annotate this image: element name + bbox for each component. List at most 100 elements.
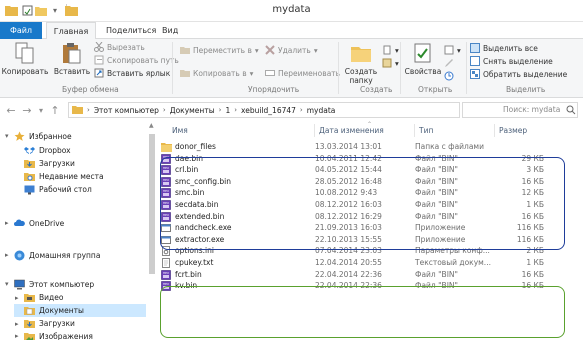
rename-icon (265, 68, 275, 78)
copy-to-button[interactable]: Копировать в ▾ (180, 67, 253, 79)
column-header-size[interactable]: Размер (495, 124, 545, 137)
blue-highlight-box (160, 157, 565, 250)
expand-arrow-icon[interactable]: ▾ (5, 132, 9, 140)
nav-this-pc[interactable]: Этот компьютер (14, 278, 94, 291)
file-row[interactable]: donor_files 13.03.2014 13:01 Папка с файла… (156, 141, 583, 153)
copy-icon (15, 42, 34, 64)
column-header-type[interactable]: Тип (415, 124, 495, 137)
tab-view[interactable]: Вид (162, 22, 178, 39)
tab-share[interactable]: Поделиться (106, 22, 156, 39)
copy-button[interactable]: Копировать (2, 41, 48, 76)
file-row[interactable]: cpukey.txt 12.04.2014 20:55 Текстовый доку… (156, 257, 583, 269)
paste-button[interactable]: Вставить (52, 41, 92, 76)
copy-path-button[interactable]: Скопировать путь (94, 54, 179, 66)
search-icon (566, 105, 576, 117)
column-header-name[interactable]: Имя (168, 124, 315, 137)
invert-selection-button[interactable]: Обратить выделение (470, 68, 567, 80)
scroll-up-icon[interactable]: ▲ (149, 122, 154, 129)
collapse-arrow-icon[interactable]: ▸ (15, 332, 19, 340)
rename-label: Переименовать (278, 68, 341, 78)
nav-onedrive-label: OneDrive (29, 219, 65, 228)
nav-dropbox-label: Dropbox (39, 146, 71, 155)
new-folder-button[interactable]: Создать папку (342, 41, 380, 85)
breadcrumb-mydata[interactable]: mydata (307, 106, 336, 115)
move-to-button[interactable]: Переместить в ▾ (180, 44, 259, 56)
properties-button[interactable]: Свойства (404, 41, 442, 76)
rename-button[interactable]: Переименовать (265, 67, 340, 79)
recent-places-icon (24, 171, 35, 182)
nav-recent-places[interactable]: Недавние места (24, 170, 104, 183)
new-item-button[interactable]: ▾ (382, 44, 399, 56)
nav-downloads-label: Загрузки (39, 159, 75, 168)
select-none-button[interactable]: Снять выделение (470, 55, 553, 67)
recent-locations-icon[interactable]: ▾ (34, 103, 48, 117)
address-row: ← → ▾ ↑ › Этот компьютер › Документы › 1… (0, 98, 583, 122)
tab-file[interactable]: Файл (0, 22, 42, 39)
collapse-arrow-icon[interactable]: ▸ (15, 320, 19, 328)
breadcrumb-xebuild[interactable]: xebuild_16747 (241, 106, 296, 115)
breadcrumb-1[interactable]: 1 (225, 106, 230, 115)
search-input[interactable]: Поиск: mydata (462, 102, 578, 118)
nav-pc-downloads[interactable]: Загрузки (24, 317, 75, 330)
edit-button[interactable] (444, 57, 454, 69)
nav-pictures[interactable]: Изображения (24, 330, 93, 340)
window-title: mydata (272, 4, 311, 15)
column-header-date[interactable]: Дата изменения (315, 124, 415, 137)
properties-icon (414, 43, 431, 63)
history-button[interactable] (444, 70, 454, 82)
open-button[interactable]: ▾ (444, 44, 461, 56)
properties-label: Свойства (404, 67, 442, 76)
scissors-icon (94, 41, 104, 52)
nav-video[interactable]: Видео (24, 291, 63, 304)
select-none-icon (470, 56, 480, 66)
address-bar[interactable]: › Этот компьютер › Документы › 1 › xebui… (68, 102, 460, 118)
up-arrow-icon[interactable]: ↑ (48, 103, 62, 117)
paste-shortcut-button[interactable]: Вставить ярлык (94, 67, 170, 79)
select-all-button[interactable]: Выделить все (470, 42, 538, 54)
nav-favorites[interactable]: Избранное (14, 130, 72, 143)
history-icon (444, 71, 454, 81)
cut-button[interactable]: Вырезать (94, 41, 145, 53)
collapse-arrow-icon[interactable]: ▸ (5, 251, 9, 259)
ribbon-separator (338, 42, 339, 94)
new-item-icon (382, 45, 392, 55)
nav-dropbox[interactable]: Dropbox (24, 144, 71, 157)
scroll-thumb[interactable] (149, 134, 155, 274)
star-icon (14, 131, 25, 142)
nav-downloads[interactable]: Загрузки (24, 157, 75, 170)
nav-homegroup[interactable]: Домашняя группа (14, 249, 100, 262)
nav-documents[interactable]: Документы (14, 304, 146, 317)
select-all-label: Выделить все (483, 43, 538, 53)
nav-documents-label: Документы (39, 306, 84, 315)
chevron-down-icon: ▾ (457, 45, 461, 55)
breadcrumb-this-pc[interactable]: Этот компьютер (94, 106, 159, 115)
nav-pictures-label: Изображения (39, 332, 93, 340)
select-none-label: Снять выделение (483, 56, 553, 66)
green-highlight-box (160, 286, 565, 338)
expand-arrow-icon[interactable]: ▾ (5, 280, 9, 288)
collapse-arrow-icon[interactable]: ▸ (5, 219, 9, 227)
paste-icon (63, 43, 81, 64)
collapse-arrow-icon[interactable]: ▸ (15, 294, 19, 302)
file-size: 16 КБ (521, 269, 544, 279)
nav-homegroup-label: Домашняя группа (29, 251, 101, 260)
delete-button[interactable]: Удалить ▾ (265, 44, 318, 56)
breadcrumb-documents[interactable]: Документы (170, 106, 215, 115)
copy-label: Копировать (1, 67, 49, 76)
pictures-folder-icon (24, 331, 35, 340)
new-group-label: Создать (360, 85, 393, 94)
open-icon (444, 45, 454, 55)
nav-scrollbar[interactable]: ▲ (148, 122, 156, 340)
easy-access-button[interactable]: ▾ (382, 57, 399, 69)
nav-desktop[interactable]: Рабочий стол (24, 183, 92, 196)
nav-onedrive[interactable]: OneDrive (14, 217, 64, 230)
paste-shortcut-label: Вставить ярлык (107, 68, 171, 78)
back-arrow-icon[interactable]: ← (4, 103, 18, 117)
select-group-label: Выделить (506, 85, 546, 94)
chevron-right-icon: › (162, 106, 166, 114)
file-list: ⌃ Имя Дата изменения Тип Размер donor_fi… (156, 122, 583, 340)
forward-arrow-icon[interactable]: → (20, 103, 34, 117)
tab-home[interactable]: Главная (46, 22, 96, 40)
file-row[interactable]: HEX fcrt.bin 22.04.2014 22:36 Файл "BIN" 16 … (156, 269, 583, 281)
documents-folder-icon (24, 305, 35, 316)
